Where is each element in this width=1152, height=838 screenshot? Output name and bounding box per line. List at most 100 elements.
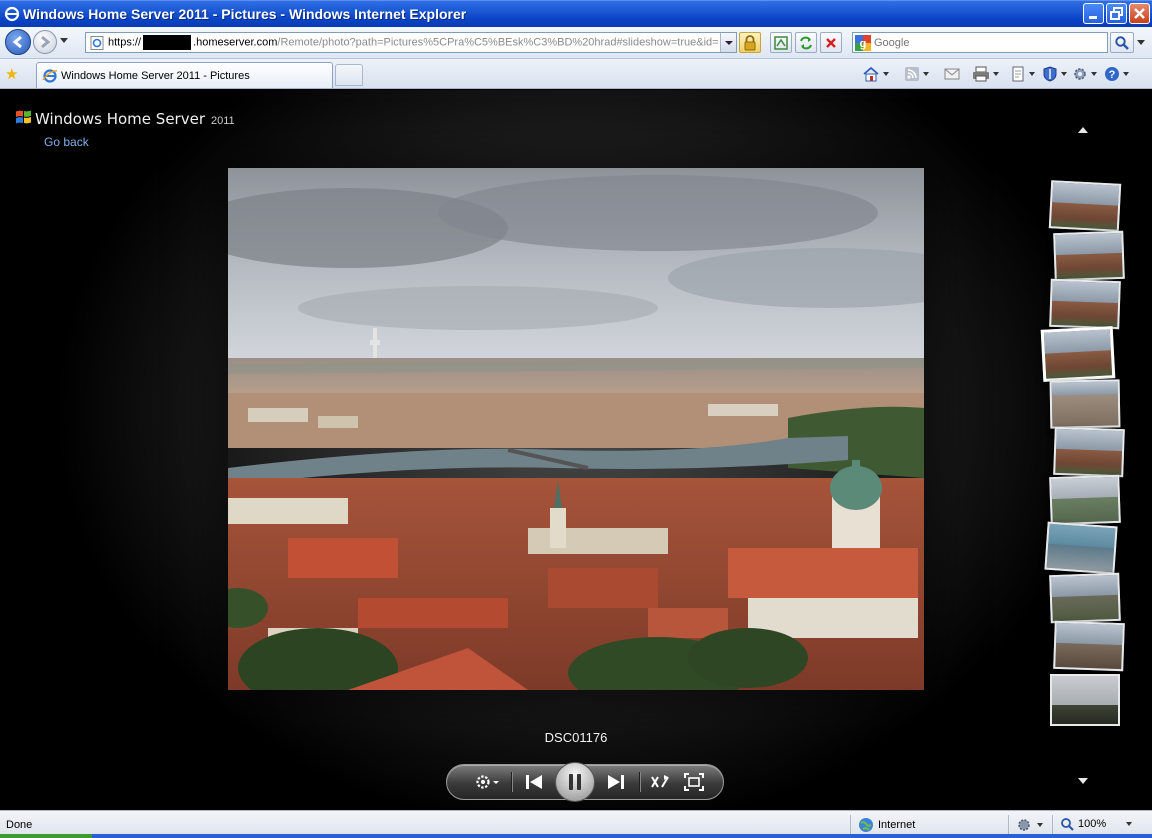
chevron-down-icon [1126,822,1133,826]
control-divider [639,772,640,792]
new-tab-button[interactable] [335,64,363,86]
compatibility-view-button[interactable] [770,32,792,53]
internet-explorer-icon [4,6,20,22]
whs-logo: Windows Home Server 2011 [16,110,235,128]
stop-button[interactable] [820,32,842,53]
thumbnail[interactable] [1053,620,1125,672]
taskbar-edge [0,834,1152,838]
status-divider [1052,815,1053,835]
pause-button[interactable] [555,762,595,802]
thumbnail[interactable] [1050,674,1120,726]
shield-icon [1043,66,1057,82]
feeds-button[interactable] [904,64,929,84]
thumbnail[interactable] [1049,572,1121,624]
thumbnail[interactable] [1049,278,1121,330]
thumbnails-scroll-down-icon[interactable] [1078,778,1088,784]
next-button[interactable] [599,765,633,799]
previous-icon [526,775,542,789]
go-back-link[interactable]: Go back [44,135,89,149]
restore-icon [1110,7,1123,20]
page-menu-button[interactable] [1010,64,1035,84]
settings-button[interactable] [467,765,507,799]
zoom-control[interactable]: 100% [1060,817,1133,831]
brand-year: 2011 [210,115,235,127]
thumbnail[interactable] [1049,474,1121,526]
search-input[interactable] [874,36,1094,49]
minimize-button[interactable] [1083,3,1104,24]
help-icon: ? [1105,67,1119,81]
globe-icon [859,818,873,832]
rss-feed-icon [905,67,919,81]
thumbnail[interactable] [1049,379,1121,429]
zoom-level: 100% [1078,818,1107,830]
search-icon [1115,35,1129,50]
print-button[interactable] [972,64,999,84]
main-photo[interactable] [228,168,924,690]
shuffle-icon [651,775,669,788]
thumbnail[interactable] [1053,426,1125,478]
minimize-icon [1089,16,1097,19]
search-box[interactable]: g [852,32,1108,53]
recent-pages-dropdown[interactable] [60,38,68,43]
thumbnail-selected[interactable] [1040,326,1116,382]
tools-menu-button[interactable] [1072,64,1097,84]
security-zone[interactable]: Internet [858,817,915,833]
close-button[interactable] [1129,3,1150,24]
chevron-down-icon [1037,823,1043,827]
page-icon [1012,66,1024,82]
url-text: https:// .homeserver.com/Remote/photo?pat… [108,35,719,50]
shuffle-button[interactable] [643,765,677,799]
thumbnail-strip [1038,180,1128,742]
forward-button[interactable] [33,30,57,54]
address-dropdown-button[interactable] [720,33,736,52]
security-lock-button[interactable] [739,32,761,53]
lock-icon [744,34,756,50]
zone-label: Internet [878,819,916,831]
gear-icon [1074,68,1086,80]
pause-icon [569,774,581,790]
search-button[interactable] [1110,32,1134,53]
chevron-down-icon [883,72,889,76]
tab-pictures[interactable]: Windows Home Server 2011 - Pictures [36,62,333,88]
window-title-bar[interactable]: Windows Home Server 2011 - Pictures - Wi… [0,0,1152,27]
refresh-button[interactable] [795,32,817,53]
back-arrow-icon [12,35,22,49]
google-icon: g [855,34,871,51]
page-ie-icon [90,35,104,50]
slideshow-viewer: Windows Home Server 2011 Go back DSC0117… [2,90,1150,808]
thumbnail[interactable] [1053,230,1125,282]
search-options-dropdown[interactable] [1134,32,1148,53]
address-input[interactable]: https:// .homeserver.com/Remote/photo?pat… [85,32,737,53]
windows-flag-icon [16,110,31,124]
tab-bar: ★ Windows Home Server 2011 - Pictures ? [0,59,1152,89]
favorites-star-icon[interactable]: ★ [5,65,18,83]
chevron-down-icon [1123,72,1129,76]
forward-arrow-icon [41,35,51,49]
chevron-down-icon [993,72,999,76]
fullscreen-icon [684,773,704,791]
thumbnail[interactable] [1048,180,1122,232]
fullscreen-button[interactable] [677,765,711,799]
safety-menu-button[interactable] [1042,64,1067,84]
help-menu-button[interactable]: ? [1104,64,1129,84]
city-panorama-image [228,168,924,690]
thumbnail[interactable] [1044,521,1118,575]
chevron-down-icon [923,72,929,76]
home-button[interactable] [862,64,889,84]
url-path: /Remote/photo?path=Pictures%5CPra%C5%BEs… [277,36,719,49]
restore-button[interactable] [1106,3,1127,24]
next-icon [608,775,624,789]
thumbnails-scroll-up-icon[interactable] [1078,127,1088,133]
home-icon [863,66,879,82]
redacted-block [143,35,192,50]
read-mail-button[interactable] [944,64,960,84]
tab-ie-icon [42,68,58,83]
previous-button[interactable] [517,765,551,799]
brand-name: Windows Home Server [35,110,205,128]
back-button[interactable] [5,29,31,55]
refresh-icon [800,36,812,49]
status-divider [850,815,851,835]
protected-mode-button[interactable] [1016,815,1043,835]
printer-icon [973,66,989,82]
window-title: Windows Home Server 2011 - Pictures - Wi… [23,6,467,22]
